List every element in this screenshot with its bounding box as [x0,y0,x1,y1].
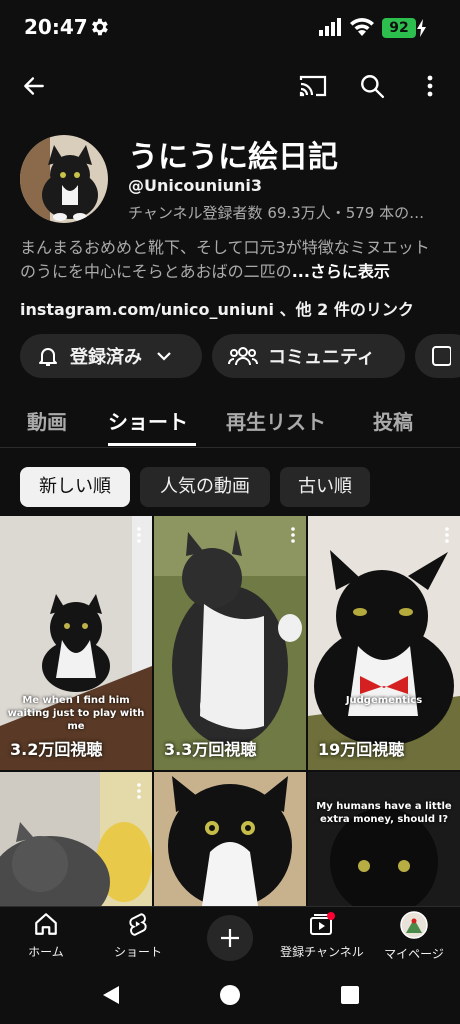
cast-button[interactable] [293,66,333,106]
short-views: 19万回視聴 [318,740,405,759]
profile-avatar-icon [400,911,428,939]
tab-shorts[interactable]: ショート [108,406,188,435]
partial-icon [432,346,451,366]
search-button[interactable] [352,66,392,106]
nav-home-label: ホーム [28,945,64,959]
battery-icon: 92 [382,18,416,38]
system-back-icon[interactable] [100,984,122,1006]
plus-icon [221,929,239,947]
short-caption: Me when I find him waiting just to play … [7,695,145,732]
show-more-link[interactable]: ...さらに表示 [292,262,390,281]
community-button[interactable]: コミュニティ [212,334,405,378]
more-options-button[interactable] [410,66,450,106]
short-thumbnail[interactable]: My humans have a little extra money, sho… [308,772,460,906]
channel-title: うにうに絵日記 [128,140,338,175]
tab-playlists[interactable]: 再生リスト [226,406,326,435]
more-vertical-icon [427,75,433,97]
community-icon [228,347,258,366]
bell-icon [39,348,57,366]
sort-chip-popular[interactable]: 人気の動画 [140,467,270,507]
tab-posts[interactable]: 投稿 [373,406,413,435]
more-vertical-icon[interactable] [290,526,296,544]
more-vertical-icon[interactable] [136,526,142,544]
channel-actions: 登録済み コミュニティ [20,334,460,380]
sort-chip-oldest[interactable]: 古い順 [280,467,370,507]
wifi-icon [350,18,374,36]
system-navigation-bar [0,966,460,1024]
arrow-left-icon [24,77,44,95]
more-vertical-icon[interactable] [444,526,450,544]
cat-thumbnail-image [308,516,460,770]
short-thumbnail[interactable]: Judgementics 19万回視聴 [308,516,460,770]
short-thumbnail[interactable] [0,772,152,906]
channel-links[interactable]: instagram.com/unico_uniuni 、他 2 件のリンク [20,296,414,320]
status-bar: 20:47 92 [0,0,460,56]
channel-description[interactable]: まんまるおめめと靴下、そして口元3が特徴なミヌエットのうにを中心にそらとあおばの… [20,236,440,284]
search-icon [361,75,385,99]
nav-shorts-label: ショート [113,945,162,959]
cat-thumbnail-image [308,772,460,906]
nav-you-label: マイページ [384,947,444,961]
home-icon [35,913,57,935]
bottom-navigation: ホーム ショート 登録チャンネル マイページ [0,906,460,966]
chevron-down-icon [157,352,171,361]
channel-avatar[interactable] [20,135,108,223]
short-thumbnail[interactable]: Me when I find him waiting just to play … [0,516,152,770]
short-views: 3.2万回視聴 [10,740,103,759]
short-views: 3.3万回視聴 [164,740,257,759]
signal-icon [319,18,341,36]
short-thumbnail[interactable]: 3.3万回視聴 [154,516,306,770]
back-button[interactable] [14,66,54,106]
subscribed-label: 登録済み [70,347,142,368]
cast-icon [299,75,327,97]
short-caption: My humans have a little extra money, sho… [316,801,452,825]
status-time: 20:47 [24,15,88,39]
more-vertical-icon[interactable] [136,782,142,800]
cat-thumbnail-image [0,772,152,906]
tab-videos[interactable]: 動画 [27,406,67,435]
nav-home[interactable]: ホーム [0,911,92,960]
create-button[interactable] [207,915,253,961]
nav-subscriptions[interactable]: 登録チャンネル [276,911,368,960]
cat-avatar-image [20,135,108,223]
subscriptions-icon [310,912,335,935]
cat-thumbnail-image [154,772,306,906]
gear-icon [92,18,108,36]
system-home-icon[interactable] [219,984,241,1006]
channel-handle: @Unicouniuni3 [128,176,263,195]
system-recents-icon[interactable] [340,985,360,1005]
short-thumbnail[interactable] [154,772,306,906]
channel-meta: チャンネル登録者数 69.3万人・579 本の動画 [128,204,438,222]
subscribed-button[interactable]: 登録済み [20,334,202,378]
charging-icon [417,19,426,37]
app-bar [0,60,460,112]
short-caption: Judgementics [345,695,423,706]
nav-subscriptions-label: 登録チャンネル [280,945,364,959]
cat-thumbnail-image [154,516,306,770]
nav-shorts[interactable]: ショート [92,911,184,960]
shorts-grid: Me when I find him waiting just to play … [0,516,460,906]
shorts-icon [129,913,147,936]
sort-chip-newest[interactable]: 新しい順 [20,467,130,507]
active-tab-indicator [108,443,196,446]
community-label: コミュニティ [268,347,375,368]
more-actions-button[interactable] [415,334,460,378]
channel-tabs: 動画 ショート 再生リスト 投稿 [0,396,460,448]
nav-you[interactable]: マイページ [368,911,460,962]
